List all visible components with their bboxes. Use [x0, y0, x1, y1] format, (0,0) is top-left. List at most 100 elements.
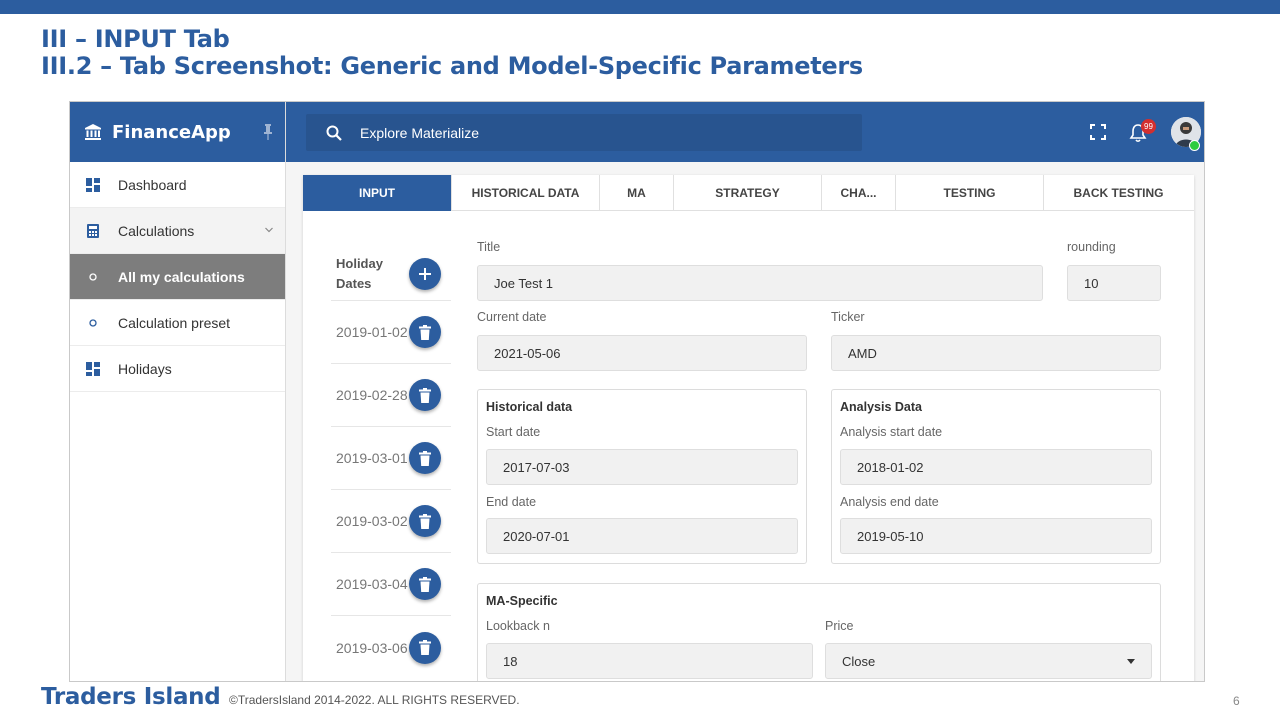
tab-bar: INPUT HISTORICAL DATA MA STRATEGY CHA...… [303, 175, 1194, 211]
sidebar-item-label: Dashboard [118, 176, 187, 193]
sidebar-item-dashboard[interactable]: Dashboard [70, 162, 285, 208]
trash-icon [419, 640, 431, 655]
app-screenshot: FinanceApp Dashboard Calculations All my… [69, 101, 1205, 682]
calculation-card: INPUT HISTORICAL DATA MA STRATEGY CHA...… [303, 175, 1194, 681]
delete-holiday-button[interactable] [409, 505, 441, 537]
holiday-date: 2019-02-28 [336, 387, 408, 403]
plus-icon [419, 267, 431, 280]
trash-icon [419, 513, 431, 529]
circle-icon [89, 272, 97, 281]
search-icon [326, 125, 342, 141]
sidebar-item-label: Calculations [118, 222, 195, 239]
holiday-date: 2019-03-01 [336, 450, 408, 466]
historical-data-heading: Historical data [486, 400, 573, 414]
analysis-data-heading: Analysis Data [840, 400, 922, 414]
price-select[interactable]: Close [825, 643, 1152, 679]
online-status-dot [1189, 140, 1200, 151]
app-bar: Explore Materialize 99 [286, 102, 1204, 162]
ticker-label: Ticker [831, 310, 865, 324]
page-number: 6 [1233, 694, 1240, 708]
sidebar-item-all-my-calculations[interactable]: All my calculations [70, 254, 285, 300]
search-bar[interactable]: Explore Materialize [306, 114, 862, 151]
price-label: Price [825, 619, 854, 633]
current-date-input[interactable]: 2021-05-06 [477, 335, 807, 371]
tab-back-testing[interactable]: BACK TESTING [1044, 175, 1193, 211]
chevron-down-icon[interactable] [265, 226, 273, 234]
lookback-label: Lookback n [486, 619, 550, 633]
analysis-end-date-label: Analysis end date [840, 495, 939, 509]
holiday-row: 2019-01-02 [331, 301, 451, 364]
sidebar-item-label: Holidays [118, 360, 172, 377]
sidebar: FinanceApp Dashboard Calculations All my… [70, 102, 286, 681]
pin-icon[interactable] [263, 124, 273, 140]
lookback-input[interactable]: 18 [486, 643, 813, 679]
current-date-label: Current date [477, 310, 547, 324]
holiday-date: 2019-01-02 [336, 324, 408, 340]
brand-header[interactable]: FinanceApp [70, 102, 285, 162]
end-date-label: End date [486, 495, 537, 509]
historical-data-group: Historical data Start date 2017-07-03 En… [477, 389, 807, 564]
delete-holiday-button[interactable] [409, 379, 441, 411]
ma-specific-group: MA-Specific Lookback n 18 Price Close [477, 583, 1161, 681]
analysis-data-group: Analysis Data Analysis start date 2018-0… [831, 389, 1161, 564]
start-date-label: Start date [486, 425, 541, 439]
delete-holiday-button[interactable] [409, 631, 441, 664]
delete-holiday-button[interactable] [409, 568, 441, 600]
delete-holiday-button[interactable] [409, 442, 441, 474]
analysis-end-date-input[interactable]: 2019-05-10 [840, 518, 1152, 554]
slide-title-line1: III – INPUT Tab [41, 25, 230, 53]
bank-icon [85, 124, 101, 140]
slide-top-bar [0, 0, 1280, 14]
app-name: FinanceApp [112, 121, 231, 143]
trash-icon [419, 324, 431, 340]
add-holiday-button[interactable] [409, 257, 441, 290]
holiday-row: 2019-03-01 [331, 427, 451, 490]
title-input[interactable]: Joe Test 1 [477, 265, 1043, 301]
analysis-start-date-label: Analysis start date [840, 425, 943, 439]
trash-icon [419, 450, 431, 466]
delete-holiday-button[interactable] [409, 316, 441, 348]
holiday-dates-header: Holiday Dates [331, 247, 451, 301]
notification-badge: 99 [1141, 119, 1156, 134]
holiday-row: 2019-03-06 [331, 616, 451, 679]
title-label: Title [477, 240, 501, 254]
footer-copyright: ©TradersIsland 2014-2022. ALL RIGHTS RES… [229, 693, 520, 707]
search-input[interactable]: Explore Materialize [360, 125, 479, 141]
calculator-icon [87, 223, 99, 238]
ma-specific-heading: MA-Specific [486, 594, 558, 608]
rounding-label: rounding [1067, 240, 1116, 254]
circle-icon [89, 318, 97, 327]
dropdown-caret-icon [1127, 659, 1135, 664]
dashboard-icon [86, 361, 100, 376]
ticker-input[interactable]: AMD [831, 335, 1161, 371]
start-date-input[interactable]: 2017-07-03 [486, 449, 798, 485]
tab-strategy[interactable]: STRATEGY [674, 175, 822, 211]
analysis-start-date-input[interactable]: 2018-01-02 [840, 449, 1152, 485]
tab-historical-data[interactable]: HISTORICAL DATA [452, 175, 600, 211]
trash-icon [419, 576, 431, 592]
sidebar-item-holidays[interactable]: Holidays [70, 346, 285, 392]
holiday-row: 2019-03-02 [331, 490, 451, 553]
holiday-dates-label: Holiday Dates [336, 255, 383, 291]
holiday-date: 2019-03-06 [336, 639, 408, 656]
sidebar-item-label: Calculation preset [118, 314, 231, 331]
sidebar-item-calculation-preset[interactable]: Calculation preset [70, 300, 285, 346]
tab-ma[interactable]: MA [600, 175, 674, 211]
holiday-date: 2019-03-02 [336, 513, 408, 529]
sidebar-item-calculations[interactable]: Calculations [70, 208, 285, 254]
rounding-input[interactable]: 10 [1067, 265, 1161, 301]
trash-icon [419, 387, 431, 403]
tab-testing[interactable]: TESTING [896, 175, 1044, 211]
holiday-row: 2019-03-04 [331, 553, 451, 616]
holiday-dates-list: Holiday Dates 2019-01-02 2019-02-28 2019… [331, 247, 451, 679]
slide-title: III – INPUT Tab III.2 – Tab Screenshot: … [41, 26, 863, 80]
fullscreen-icon[interactable] [1090, 124, 1106, 140]
end-date-input[interactable]: 2020-07-01 [486, 518, 798, 554]
sidebar-item-label: All my calculations [118, 268, 245, 285]
tab-input[interactable]: INPUT [303, 175, 452, 211]
tab-charts[interactable]: CHA... [822, 175, 896, 211]
price-select-value: Close [842, 653, 876, 669]
holiday-date: 2019-03-04 [336, 576, 408, 592]
footer-brand: Traders Island [41, 684, 221, 710]
dashboard-icon [86, 177, 100, 192]
